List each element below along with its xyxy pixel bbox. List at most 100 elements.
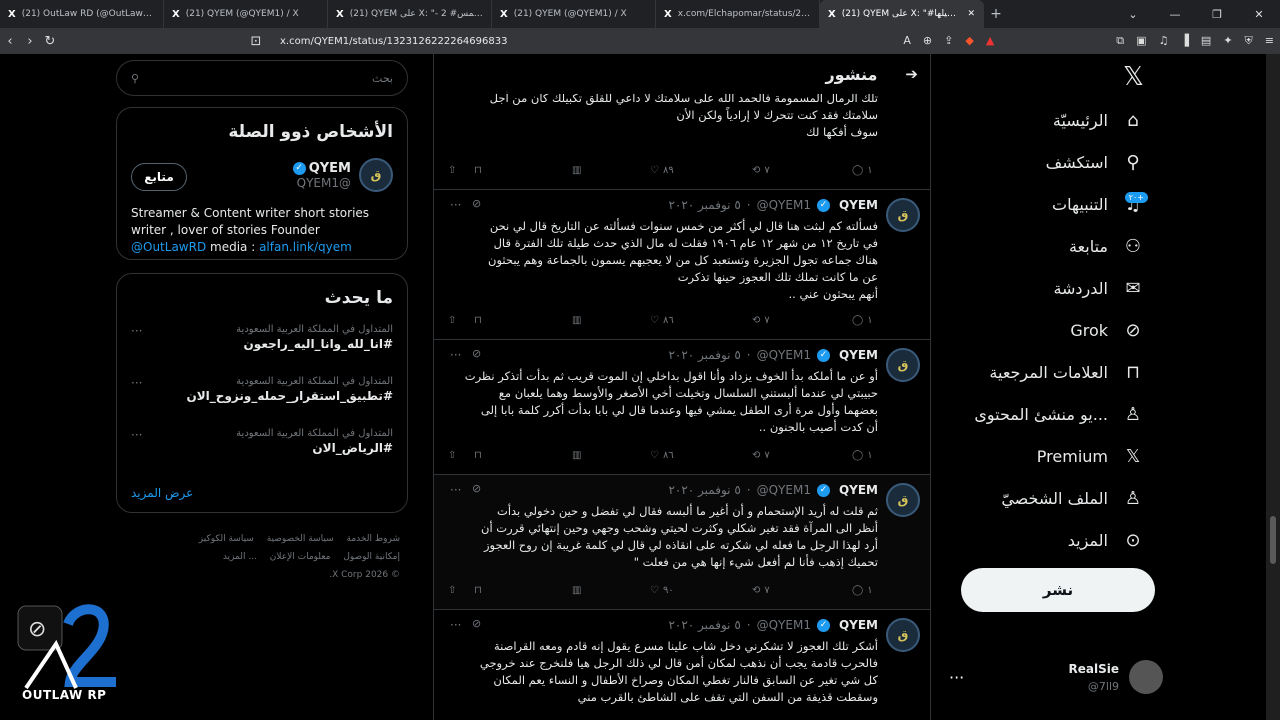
- footer-link[interactable]: سياسة الكوكيز: [199, 534, 254, 544]
- browser-tab[interactable]: X (21) QYEM (@QYEM1) / X: [492, 0, 656, 28]
- share-icon[interactable]: ⇧: [448, 450, 456, 461]
- restore-icon[interactable]: ❐: [1196, 8, 1238, 21]
- more-options-icon[interactable]: ···: [450, 483, 461, 497]
- like-button[interactable]: ♡ ٨٦: [650, 450, 674, 461]
- footer-link[interactable]: شروط الخدمة: [347, 534, 400, 544]
- related-name[interactable]: QYEM: [309, 161, 351, 176]
- views-icon[interactable]: ▥: [572, 450, 581, 461]
- post[interactable]: ق ٥ نوفمبر ٢٠٢٠ · @QYEM1 ✓ QYEM ··· ⊘ فسألته…: [434, 190, 930, 340]
- account-switcher[interactable]: RealSie @7ll9 ···: [949, 658, 1163, 698]
- browser-tab-active[interactable]: X (21) QYEM على X: "#بش تفاصيلها" ✕: [820, 0, 984, 28]
- show-more-link[interactable]: عرض المزيد: [131, 486, 193, 500]
- bookmark-icon[interactable]: ⊓: [474, 450, 482, 461]
- post[interactable]: ق ٥ نوفمبر ٢٠٢٠ · @QYEM1 ✓ QYEM ··· ⊘ أو عن …: [434, 340, 930, 475]
- back-icon[interactable]: ‹: [0, 34, 20, 49]
- post-author[interactable]: QYEM: [839, 483, 878, 497]
- post-button[interactable]: نشر: [961, 568, 1155, 612]
- nav-profile[interactable]: ♙ الملف الشخصيّ: [1001, 488, 1144, 509]
- avatar[interactable]: ق: [886, 618, 920, 652]
- trend-hashtag[interactable]: #الرياض_الان: [236, 441, 393, 455]
- browser-tab[interactable]: Xx.com/Elchapomar/status/20156491: [656, 0, 820, 28]
- reply-button[interactable]: ◯ ١: [852, 165, 873, 176]
- like-button[interactable]: ♡ ٩٠: [650, 585, 674, 596]
- ai-icon[interactable]: ✦: [1223, 34, 1232, 48]
- vpn-icon[interactable]: ⛨: [1245, 34, 1253, 48]
- footer-link[interactable]: معلومات الإعلان: [270, 552, 331, 562]
- post[interactable]: تلك الرمال المسمومة فالحمد الله على سلام…: [434, 84, 930, 190]
- nav-bookmarks[interactable]: ⊓ العلامات المرجعية: [989, 362, 1144, 383]
- trend-hashtag[interactable]: #تطبيق_استقرار_حمله_ونزوح_الان: [187, 389, 394, 403]
- reload-icon[interactable]: ↻: [40, 34, 60, 49]
- post-date[interactable]: ٥ نوفمبر ٢٠٢٠: [668, 198, 740, 212]
- nav-home[interactable]: ⌂ الرئيسيّة: [1053, 110, 1144, 131]
- trend-item[interactable]: المتداول في المملكة العربية السعودية #تط…: [187, 376, 394, 403]
- shield-icon[interactable]: ◆: [965, 34, 973, 48]
- new-tab-button[interactable]: +: [984, 6, 1008, 22]
- browser-tab[interactable]: X (21) OutLaw RD (@OutLawRD) / X: [0, 0, 164, 28]
- post[interactable]: ق ٥ نوفمبر ٢٠٢٠ · @QYEM1 ✓ QYEM ··· ⊘ أشكر ت…: [434, 610, 930, 720]
- scrollbar-thumb[interactable]: [1270, 516, 1276, 564]
- repost-button[interactable]: ⟲ ٧: [752, 450, 770, 461]
- repost-button[interactable]: ⟲ ٧: [752, 315, 770, 326]
- bookmark-page-icon[interactable]: ⊡: [246, 34, 266, 49]
- nav-chat[interactable]: ✉ الدردشة: [1053, 278, 1144, 299]
- trend-item[interactable]: المتداول في المملكة العربية السعودية #ال…: [236, 428, 393, 455]
- share-icon[interactable]: ⇧: [448, 585, 456, 596]
- screenshot-icon[interactable]: ▣: [1136, 34, 1146, 48]
- bookmark-icon[interactable]: ⊓: [474, 315, 482, 326]
- back-arrow-icon[interactable]: ➔: [905, 65, 918, 83]
- footer-link[interactable]: سياسة الخصوصية: [267, 534, 334, 544]
- views-icon[interactable]: ▥: [572, 165, 581, 176]
- post-date[interactable]: ٥ نوفمبر ٢٠٢٠: [668, 348, 740, 362]
- repost-button[interactable]: ⟲ ٧: [752, 585, 770, 596]
- post[interactable]: ق ٥ نوفمبر ٢٠٢٠ · @QYEM1 ✓ QYEM ··· ⊘ ثم قلت…: [434, 475, 930, 610]
- grok-icon[interactable]: ⊘: [472, 482, 481, 495]
- avatar[interactable]: ق: [359, 158, 393, 192]
- zoom-icon[interactable]: ⊕: [923, 34, 932, 48]
- scrollbar[interactable]: [1266, 54, 1280, 720]
- bookmark-icon[interactable]: ⊓: [474, 165, 482, 176]
- forward-icon[interactable]: ›: [20, 34, 40, 49]
- nav-explore[interactable]: ⚲ استكشف: [1046, 152, 1144, 173]
- more-options-icon[interactable]: ···: [450, 618, 461, 632]
- nav-follow[interactable]: ⚇ متابعة: [1069, 236, 1144, 257]
- nav-premium[interactable]: 𝕏 Premium: [1037, 446, 1144, 467]
- share-icon[interactable]: ⇧: [448, 315, 456, 326]
- grok-icon[interactable]: ⊘: [472, 347, 481, 360]
- avatar[interactable]: ق: [886, 483, 920, 517]
- wallet-icon[interactable]: ▤: [1201, 34, 1211, 48]
- share-icon[interactable]: ⇪: [944, 34, 953, 48]
- more-options-icon[interactable]: ···: [450, 198, 461, 212]
- post-date[interactable]: ٥ نوفمبر ٢٠٢٠: [668, 483, 740, 497]
- url-field[interactable]: x.com/QYEM1/status/1323126222264696833: [280, 36, 507, 47]
- like-button[interactable]: ♡ ٨٦: [650, 315, 674, 326]
- x-logo-icon[interactable]: 𝕏: [1123, 62, 1144, 92]
- search-box[interactable]: ⚲ بحث: [116, 60, 408, 96]
- menu-icon[interactable]: ≡: [1265, 34, 1274, 48]
- nav-creator[interactable]: ♙ ...يو منشئ المحتوى: [974, 404, 1144, 425]
- views-icon[interactable]: ▥: [572, 315, 581, 326]
- post-author[interactable]: QYEM: [839, 618, 878, 632]
- nav-grok[interactable]: ⊘ Grok: [1070, 320, 1144, 341]
- rewards-icon[interactable]: ▲: [986, 34, 994, 48]
- sidebar-icon[interactable]: ▐: [1180, 34, 1188, 48]
- reply-button[interactable]: ◯ ١: [852, 315, 873, 326]
- post-author[interactable]: QYEM: [839, 198, 878, 212]
- trend-item[interactable]: المتداول في المملكة العربية السعودية #ان…: [236, 324, 393, 351]
- chevron-down-icon[interactable]: ⌄: [1112, 8, 1154, 21]
- like-button[interactable]: ♡ ٨٩: [650, 165, 674, 176]
- views-icon[interactable]: ▥: [572, 585, 581, 596]
- bio-mention-link[interactable]: @OutLawRD: [131, 240, 206, 254]
- bio-url-link[interactable]: alfan.link/qyem: [259, 240, 352, 254]
- media-icon[interactable]: ♫: [1159, 34, 1169, 48]
- browser-tab[interactable]: X (21) QYEM (@QYEM1) / X: [164, 0, 328, 28]
- close-tab-icon[interactable]: ✕: [967, 9, 975, 19]
- bookmark-icon[interactable]: ⊓: [474, 585, 482, 596]
- footer-link[interactable]: إمكانية الوصول: [343, 552, 400, 562]
- more-options-icon[interactable]: ···: [949, 668, 964, 687]
- follow-button[interactable]: متابع: [131, 163, 187, 191]
- more-options-icon[interactable]: ···: [131, 376, 142, 390]
- share-icon[interactable]: ⇧: [448, 165, 456, 176]
- close-window-icon[interactable]: ✕: [1238, 8, 1280, 21]
- footer-link[interactable]: ... المزيد: [223, 552, 257, 562]
